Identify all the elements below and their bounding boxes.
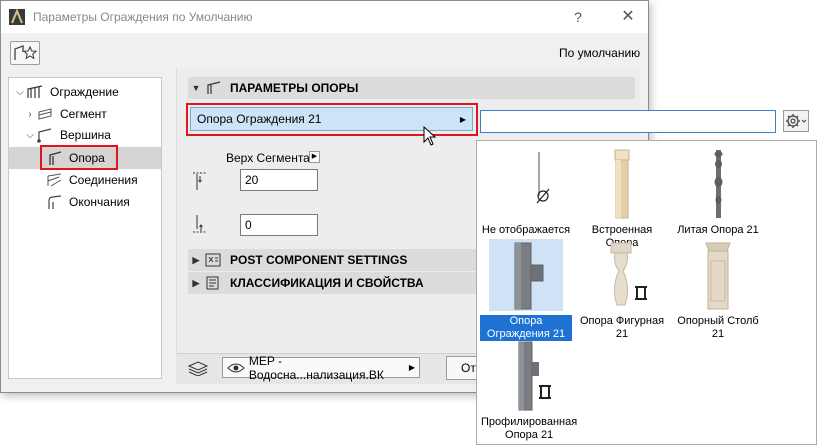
picker-item-label: Не отображается (481, 224, 571, 236)
chevron-down-icon: ⌵ (16, 86, 24, 98)
profile-post-icon (518, 341, 551, 411)
post-icon (49, 151, 62, 165)
tree-item-label: Опора (69, 151, 105, 165)
tree-item-label: Сегмент (60, 107, 107, 121)
component-settings-icon (205, 253, 221, 267)
chevron-right-icon: › (28, 108, 32, 120)
selected-thumb-background (489, 239, 563, 311)
cast-post-icon (714, 150, 723, 218)
window-title: Параметры Ограждения по Умолчанию (33, 10, 253, 24)
picker-item-label: Опора Фигурная 21 (579, 315, 665, 340)
picker-item-newel-post[interactable]: Опорный Столб 21 (672, 239, 764, 341)
top-segment-label: Верх Сегмента (226, 151, 310, 165)
app-icon (9, 9, 25, 25)
picker-item-baluster[interactable]: Опора Фигурная 21 (576, 239, 668, 341)
layer-name: MEP - Водосна...нализация.ВК (248, 353, 384, 382)
endings-icon (48, 195, 62, 209)
tree-item-label: Ограждение (50, 85, 119, 99)
wood-post-icon (614, 149, 630, 219)
collapse-triangle-icon: ▼ (191, 83, 201, 93)
section-title: ПАРАМЕТРЫ ОПОРЫ (230, 81, 359, 95)
railing-icon (27, 85, 43, 98)
baluster-icon (610, 242, 647, 306)
post-icon (207, 81, 221, 94)
segment-icon (38, 108, 52, 120)
title-bar: Параметры Ограждения по Умолчанию ? ✕ (1, 1, 648, 33)
post-component-header[interactable]: ▶ POST COMPONENT SETTINGS (188, 249, 478, 271)
tree-item-railing[interactable]: ⌵ Ограждение (14, 81, 160, 103)
expand-triangle-icon: ▶ (192, 277, 200, 288)
bottom-offset-icon (193, 215, 207, 233)
eye-icon (227, 363, 245, 372)
gear-icon (786, 114, 807, 128)
node-icon (37, 128, 52, 143)
picker-item-label: Литая Опора 21 (677, 224, 759, 236)
picker-item-rail-post[interactable]: Опора Ограждения 21 (480, 239, 572, 341)
tree-item-post[interactable]: Опора (9, 147, 161, 169)
picker-item-label: Профилированная Опора 21 (481, 416, 578, 441)
favorites-button[interactable] (10, 41, 40, 65)
picker-item-label: Опора Ограждения 21 (480, 315, 572, 341)
picker-settings-button[interactable] (783, 110, 809, 132)
triangle-right-icon: ▶ (408, 363, 415, 372)
chevron-down-icon: ⌵ (26, 129, 34, 141)
top-segment-menu-button[interactable]: ▶ (309, 151, 320, 163)
favorites-icon (14, 45, 38, 60)
rail-post-icon (514, 242, 544, 310)
tree-item-label: Соединения (69, 173, 138, 187)
tree-item-segment[interactable]: › Сегмент (24, 103, 160, 125)
picker-item-profile-post[interactable]: Профилированная Опора 21 (480, 340, 577, 442)
post-search-input[interactable] (480, 110, 776, 133)
picker-item-cast-post[interactable]: Литая Опора 21 (672, 148, 764, 237)
section-title: POST COMPONENT SETTINGS (230, 253, 408, 267)
help-button[interactable]: ? (563, 5, 593, 29)
layers-icon (187, 361, 209, 376)
classification-icon (206, 276, 219, 290)
expand-triangle-icon: ▶ (192, 254, 200, 265)
tree-item-connections[interactable]: Соединения (45, 169, 160, 191)
post-settings-header[interactable]: ▼ ПАРАМЕТРЫ ОПОРЫ (188, 77, 635, 99)
picker-item-embedded-post[interactable]: Встроенная Опора (576, 148, 668, 250)
tree-item-endings[interactable]: Окончания (45, 191, 160, 213)
close-button[interactable]: ✕ (613, 5, 643, 29)
none-icon (536, 152, 550, 204)
defaults-label: По умолчанию (559, 46, 641, 60)
tree-item-label: Вершина (60, 128, 111, 142)
bottom-offset-field[interactable]: 0 (240, 214, 318, 236)
picker-item-label: Опорный Столб 21 (677, 315, 759, 340)
selected-post-name: Опора Ограждения 21 (197, 112, 322, 126)
top-offset-icon (193, 172, 207, 190)
triangle-right-icon: ▶ (459, 114, 466, 124)
mouse-cursor-icon (423, 126, 437, 146)
tree-item-label: Окончания (69, 195, 130, 209)
picker-item-none[interactable]: Не отображается (480, 148, 572, 237)
top-offset-field[interactable]: 20 (240, 169, 318, 191)
section-title: КЛАССИФИКАЦИЯ И СВОЙСТВА (230, 276, 424, 290)
layer-select[interactable]: MEP - Водосна...нализация.ВК ▶ (222, 354, 420, 382)
newel-post-icon (705, 242, 731, 310)
tree-item-node[interactable]: ⌵ Вершина (24, 124, 160, 146)
connections-icon (47, 173, 62, 187)
classification-header[interactable]: ▶ КЛАССИФИКАЦИЯ И СВОЙСТВА (188, 272, 478, 294)
